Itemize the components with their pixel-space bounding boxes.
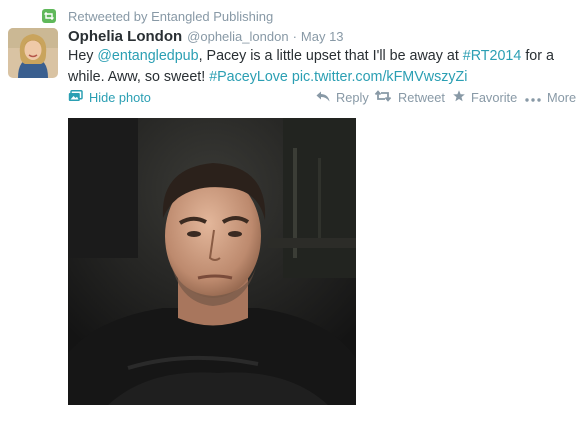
retweet-button[interactable]: Retweet [374, 90, 445, 105]
tweet-text: Hey @entangledpub, Pacey is a little ups… [68, 46, 578, 88]
retweet-context: Retweeted by Entangled Publishing [42, 6, 273, 26]
tweet-photo[interactable] [68, 118, 356, 405]
reply-icon [316, 90, 336, 105]
avatar[interactable] [8, 28, 58, 78]
reply-button[interactable]: Reply [316, 90, 369, 105]
photo-icon [68, 90, 89, 105]
header-separator: · [292, 28, 297, 44]
tweet-date[interactable]: May 13 [301, 29, 344, 44]
star-icon [453, 90, 471, 105]
retweet-icon [42, 9, 56, 23]
tweet-header: Ophelia London @ophelia_london · May 13 [68, 26, 578, 46]
tweet-text-part: , Pacey is a little upset that I'll be a… [198, 48, 463, 64]
favorite-button[interactable]: Favorite [453, 90, 517, 105]
tweet-actions: Hide photo Reply Retweet Favorite More [68, 90, 578, 108]
author-handle[interactable]: @ophelia_london [187, 29, 288, 44]
media-link[interactable]: pic.twitter.com/kFMVwszyZi [292, 69, 468, 85]
favorite-label: Favorite [471, 90, 518, 105]
mention-link[interactable]: @entangledpub [97, 48, 198, 64]
tweet-content: Ophelia London @ophelia_london · May 13 … [68, 26, 578, 106]
hide-photo-button[interactable]: Hide photo [68, 90, 151, 105]
retweet-context-text[interactable]: Retweeted by Entangled Publishing [68, 9, 273, 24]
reply-label: Reply [336, 90, 369, 105]
hide-photo-label: Hide photo [89, 90, 151, 105]
hashtag-link[interactable]: #RT2014 [463, 48, 522, 64]
more-label: More [547, 90, 577, 105]
retweet-icon [374, 90, 398, 105]
more-dots-icon [525, 90, 547, 105]
more-button[interactable]: More [525, 90, 576, 105]
tweet-text-part: Hey [68, 48, 98, 64]
retweet-label: Retweet [398, 90, 445, 105]
hashtag-link[interactable]: #PaceyLove [209, 69, 288, 85]
author-fullname[interactable]: Ophelia London [68, 28, 182, 45]
